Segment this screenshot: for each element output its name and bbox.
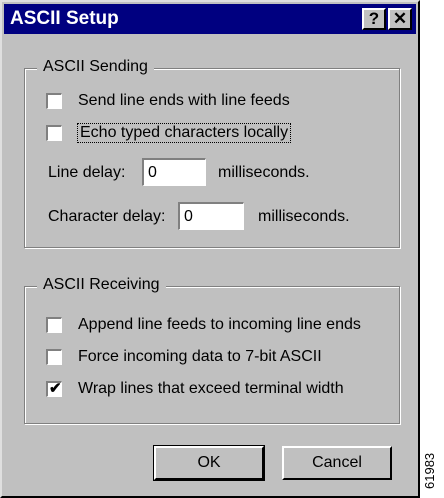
ascii-receiving-legend: ASCII Receiving bbox=[37, 276, 166, 294]
ok-button[interactable]: OK bbox=[153, 445, 265, 481]
wrap-lines-option[interactable]: ✔ Wrap lines that exceed terminal width bbox=[46, 378, 344, 400]
line-delay-input[interactable] bbox=[142, 158, 206, 186]
character-delay-unit: milliseconds. bbox=[258, 208, 350, 225]
wrap-lines-label: Wrap lines that exceed terminal width bbox=[78, 380, 344, 397]
force-7bit-option[interactable]: Force incoming data to 7-bit ASCII bbox=[46, 346, 322, 368]
append-line-feeds-option[interactable]: Append line feeds to incoming line ends bbox=[46, 314, 361, 336]
character-delay-label: Character delay: bbox=[48, 208, 166, 225]
wrap-lines-checkbox[interactable]: ✔ bbox=[46, 380, 62, 397]
line-delay-label: Line delay: bbox=[48, 164, 126, 181]
echo-typed-checkbox[interactable] bbox=[46, 125, 62, 141]
close-button[interactable]: ✕ bbox=[388, 8, 412, 30]
figure-id: 61983 bbox=[422, 452, 437, 490]
character-delay-input[interactable] bbox=[178, 202, 244, 230]
send-line-ends-option[interactable]: Send line ends with line feeds bbox=[46, 90, 290, 112]
line-delay-unit: milliseconds. bbox=[218, 164, 310, 181]
title-bar: ASCII Setup ? ✕ bbox=[4, 4, 416, 34]
cancel-button[interactable]: Cancel bbox=[282, 446, 392, 480]
send-line-ends-label: Send line ends with line feeds bbox=[78, 92, 290, 109]
ascii-setup-dialog: ASCII Setup ? ✕ ASCII Sending Send line … bbox=[0, 0, 420, 498]
checkmark-icon: ✔ bbox=[49, 380, 62, 397]
force-7bit-checkbox[interactable] bbox=[46, 349, 62, 365]
force-7bit-label: Force incoming data to 7-bit ASCII bbox=[78, 348, 322, 365]
dialog-title: ASCII Setup bbox=[10, 8, 119, 29]
echo-typed-label: Echo typed characters locally bbox=[76, 123, 292, 143]
ascii-sending-legend: ASCII Sending bbox=[37, 58, 154, 76]
echo-typed-option[interactable]: Echo typed characters locally bbox=[46, 122, 292, 144]
append-line-feeds-label: Append line feeds to incoming line ends bbox=[78, 316, 361, 333]
append-line-feeds-checkbox[interactable] bbox=[46, 317, 62, 333]
help-button[interactable]: ? bbox=[362, 8, 386, 30]
send-line-ends-checkbox[interactable] bbox=[46, 93, 62, 109]
